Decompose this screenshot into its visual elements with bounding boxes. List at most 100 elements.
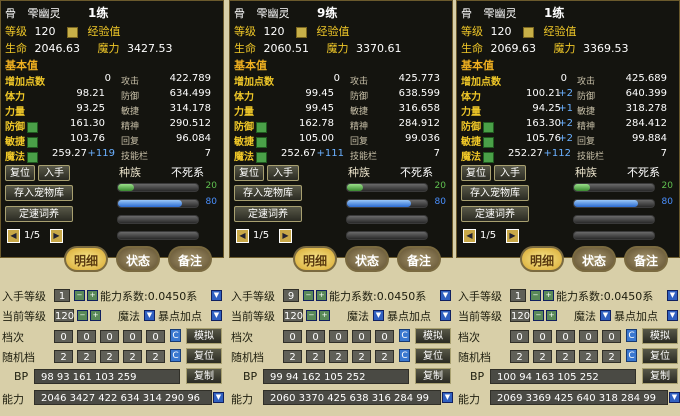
calc-coef-dropdown-icon[interactable]: ▼ [211, 290, 222, 301]
random-box-4[interactable]: 2 [123, 350, 142, 363]
random-box-3[interactable]: 2 [556, 350, 575, 363]
copy-button[interactable]: 复制 [186, 368, 222, 384]
copy-button[interactable]: 复制 [642, 368, 678, 384]
calc-level-minus-icon[interactable]: − [74, 290, 85, 301]
tab-detail[interactable]: 明细 [520, 246, 564, 272]
calc-current-plus-icon[interactable]: + [319, 310, 330, 321]
grade-box-1[interactable]: 0 [510, 330, 529, 343]
next-page-icon[interactable]: ▶ [279, 229, 292, 243]
random-box-1[interactable]: 2 [54, 350, 73, 363]
agility-plus-icon[interactable] [483, 136, 494, 148]
tab-note[interactable]: 备注 [168, 246, 212, 272]
tab-state[interactable]: 状态 [345, 246, 389, 272]
rename-button[interactable]: 定速词养 [5, 206, 73, 222]
calc-crit-dropdown-icon[interactable]: ▼ [667, 310, 678, 321]
next-page-icon[interactable]: ▶ [50, 229, 63, 243]
random-box-4[interactable]: 2 [579, 350, 598, 363]
prev-page-icon[interactable]: ◀ [236, 229, 249, 243]
calc-level-input[interactable]: 1 [510, 289, 526, 302]
defense-plus-icon[interactable] [256, 121, 267, 133]
grade-c-chip[interactable]: C [626, 329, 637, 342]
grade-box-2[interactable]: 0 [77, 330, 96, 343]
calc-level-minus-icon[interactable]: − [530, 290, 541, 301]
restore-button[interactable]: 复位 [234, 165, 264, 181]
grade-box-2[interactable]: 0 [306, 330, 325, 343]
grade-box-4[interactable]: 0 [123, 330, 142, 343]
prev-page-icon[interactable]: ◀ [463, 229, 476, 243]
calc-current-input[interactable]: 120 [54, 309, 74, 322]
grade-box-2[interactable]: 0 [533, 330, 552, 343]
reset-button[interactable]: 复位 [415, 348, 451, 364]
reset-button[interactable]: 复位 [186, 348, 222, 364]
grade-c-chip[interactable]: C [170, 329, 181, 342]
calc-current-minus-icon[interactable]: − [533, 310, 544, 321]
calc-magic-dropdown-icon[interactable]: ▼ [600, 310, 611, 321]
calc-magic-dropdown-icon[interactable]: ▼ [144, 310, 155, 321]
calc-level-plus-icon[interactable]: + [87, 290, 98, 301]
grade-box-3[interactable]: 0 [329, 330, 348, 343]
copy-button[interactable]: 复制 [415, 368, 451, 384]
tab-note[interactable]: 备注 [397, 246, 441, 272]
grade-box-1[interactable]: 0 [54, 330, 73, 343]
calc-level-input[interactable]: 1 [54, 289, 70, 302]
simulate-button[interactable]: 模拟 [642, 328, 678, 344]
calc-current-plus-icon[interactable]: + [90, 310, 101, 321]
random-box-2[interactable]: 2 [306, 350, 325, 363]
reset-button[interactable]: 复位 [642, 348, 678, 364]
random-box-1[interactable]: 2 [283, 350, 302, 363]
restore-button[interactable]: 复位 [5, 165, 35, 181]
calc-level-plus-icon[interactable]: + [543, 290, 554, 301]
restore-button[interactable]: 复位 [461, 165, 491, 181]
calc-coef-dropdown-icon[interactable]: ▼ [440, 290, 451, 301]
random-c-chip[interactable]: C [626, 349, 637, 362]
random-box-4[interactable]: 2 [352, 350, 371, 363]
random-box-3[interactable]: 2 [100, 350, 119, 363]
random-box-2[interactable]: 2 [77, 350, 96, 363]
calc-current-input[interactable]: 120 [510, 309, 530, 322]
defense-plus-icon[interactable] [483, 121, 494, 133]
calc-level-plus-icon[interactable]: + [316, 290, 327, 301]
random-box-5[interactable]: 2 [375, 350, 394, 363]
grade-box-3[interactable]: 0 [100, 330, 119, 343]
rename-button[interactable]: 定速词养 [234, 206, 302, 222]
grade-box-5[interactable]: 0 [375, 330, 394, 343]
calc-crit-dropdown-icon[interactable]: ▼ [440, 310, 451, 321]
ability-dropdown-icon[interactable]: ▼ [669, 392, 680, 403]
grade-box-1[interactable]: 0 [283, 330, 302, 343]
calc-level-minus-icon[interactable]: − [303, 290, 314, 301]
take-button[interactable]: 入手 [38, 165, 70, 181]
tab-detail[interactable]: 明细 [64, 246, 108, 272]
random-box-5[interactable]: 2 [146, 350, 165, 363]
calc-current-input[interactable]: 120 [283, 309, 303, 322]
tab-note[interactable]: 备注 [624, 246, 668, 272]
grade-box-4[interactable]: 0 [579, 330, 598, 343]
grade-box-4[interactable]: 0 [352, 330, 371, 343]
random-box-2[interactable]: 2 [533, 350, 552, 363]
calc-current-minus-icon[interactable]: − [77, 310, 88, 321]
simulate-button[interactable]: 模拟 [186, 328, 222, 344]
calc-current-minus-icon[interactable]: − [306, 310, 317, 321]
ability-dropdown-icon[interactable]: ▼ [442, 392, 453, 403]
prev-page-icon[interactable]: ◀ [7, 229, 20, 243]
store-pet-button[interactable]: 存入宠物库 [461, 185, 529, 201]
defense-plus-icon[interactable] [27, 121, 38, 133]
calc-coef-dropdown-icon[interactable]: ▼ [667, 290, 678, 301]
take-button[interactable]: 入手 [267, 165, 299, 181]
store-pet-button[interactable]: 存入宠物库 [234, 185, 302, 201]
random-c-chip[interactable]: C [399, 349, 410, 362]
calc-current-plus-icon[interactable]: + [546, 310, 557, 321]
random-box-1[interactable]: 2 [510, 350, 529, 363]
calc-crit-dropdown-icon[interactable]: ▼ [211, 310, 222, 321]
random-box-3[interactable]: 2 [329, 350, 348, 363]
grade-box-3[interactable]: 0 [556, 330, 575, 343]
grade-box-5[interactable]: 0 [602, 330, 621, 343]
store-pet-button[interactable]: 存入宠物库 [5, 185, 73, 201]
grade-box-5[interactable]: 0 [146, 330, 165, 343]
rename-button[interactable]: 定速词养 [461, 206, 529, 222]
grade-c-chip[interactable]: C [399, 329, 410, 342]
ability-dropdown-icon[interactable]: ▼ [213, 392, 224, 403]
calc-level-input[interactable]: 9 [283, 289, 299, 302]
tab-detail[interactable]: 明细 [293, 246, 337, 272]
random-box-5[interactable]: 2 [602, 350, 621, 363]
tab-state[interactable]: 状态 [572, 246, 616, 272]
